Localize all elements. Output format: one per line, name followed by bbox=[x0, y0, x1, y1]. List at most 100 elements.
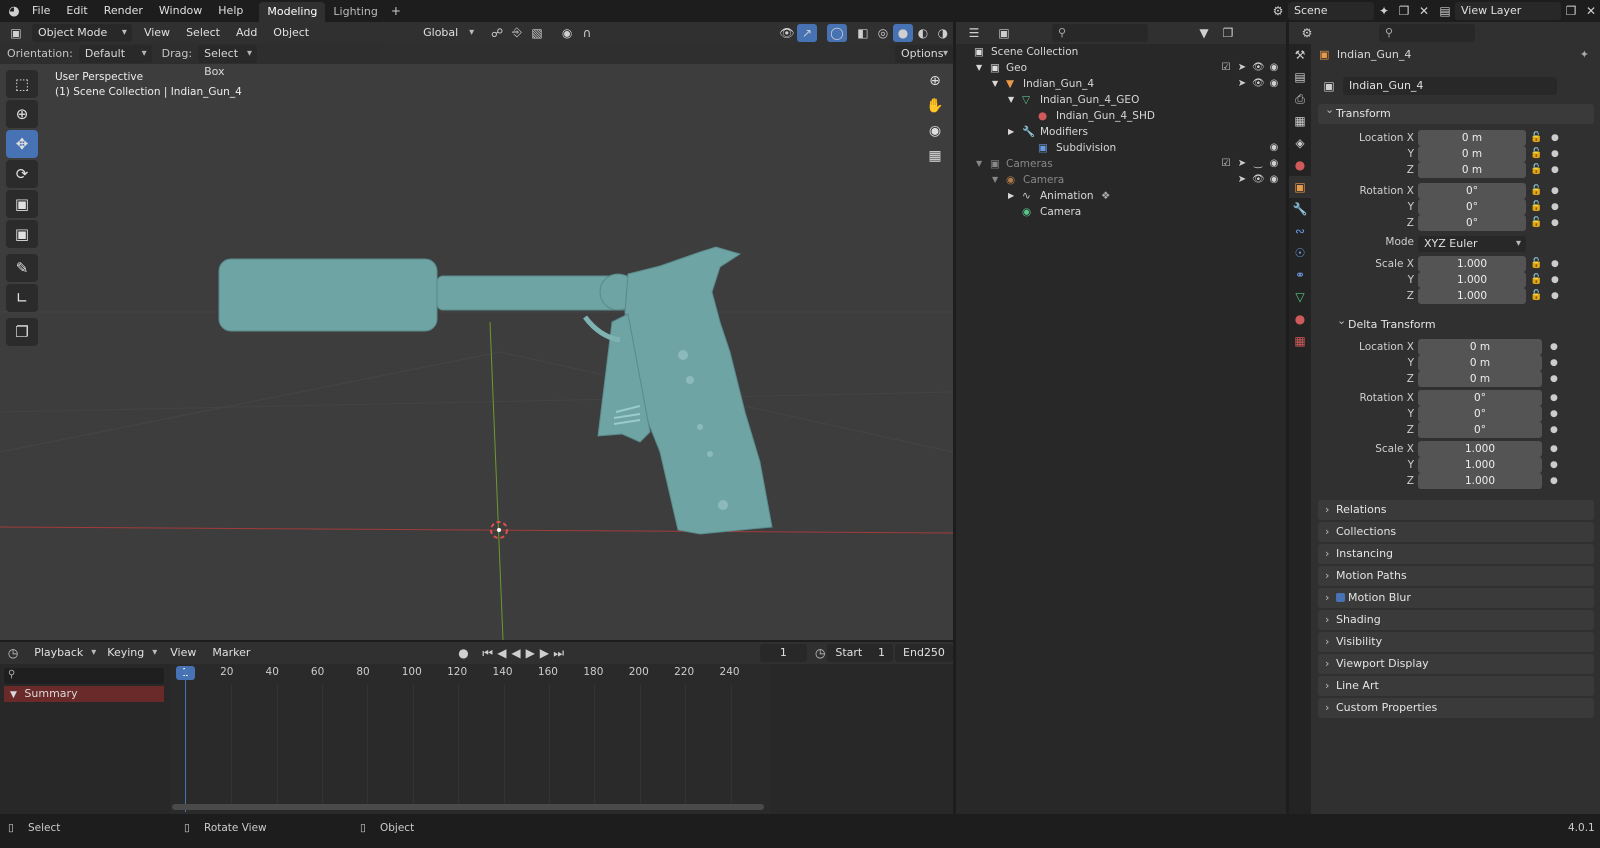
dopesheet-area[interactable] bbox=[170, 664, 770, 814]
keying-menu[interactable]: Keying bbox=[101, 644, 162, 662]
eye-closed-icon[interactable]: ‿ bbox=[1252, 156, 1264, 172]
viewport-menu-object[interactable]: Object bbox=[265, 22, 317, 44]
expand-arrow-icon[interactable]: ▼ bbox=[976, 60, 982, 76]
menu-render[interactable]: Render bbox=[96, 0, 151, 22]
delta-transform-header[interactable]: Delta Transform bbox=[1330, 311, 1568, 335]
checkbox-icon[interactable]: ☑ bbox=[1220, 60, 1232, 76]
jump-start-icon[interactable]: ⏮ bbox=[481, 644, 495, 662]
prev-keyframe-icon[interactable]: ◀ bbox=[495, 644, 509, 662]
custom-properties-panel[interactable]: Custom Properties bbox=[1318, 698, 1594, 718]
shading-solid-icon[interactable]: ● bbox=[892, 23, 913, 42]
material-tab-icon[interactable]: ● bbox=[1289, 308, 1311, 330]
delta-value-field[interactable]: 0 m bbox=[1418, 371, 1542, 387]
timeline-editor[interactable]: ◷ Playback Keying View Marker ● ⏮ ◀ ◀ ▶ … bbox=[0, 642, 953, 814]
current-frame-field[interactable]: 1 bbox=[759, 644, 808, 662]
transform-value-field[interactable]: 0 m bbox=[1418, 130, 1526, 146]
add-cube-tool-icon[interactable]: ❐ bbox=[6, 318, 38, 346]
next-keyframe-icon[interactable]: ▶ bbox=[537, 644, 551, 662]
texture-tab-icon[interactable]: ▦ bbox=[1289, 330, 1311, 352]
outliner-row-gun-geo[interactable]: ▼ ▽ Indian_Gun_4_GEO bbox=[956, 92, 1286, 108]
display-mode-icon[interactable]: ▣ bbox=[994, 24, 1014, 42]
transform-tool-icon[interactable]: ▣ bbox=[6, 220, 38, 248]
menu-edit[interactable]: Edit bbox=[58, 0, 95, 22]
timeline-scrollbar[interactable] bbox=[172, 804, 764, 810]
lock-icon[interactable]: 🔓 bbox=[1530, 272, 1542, 288]
filter-icon[interactable]: ▼ bbox=[1194, 24, 1214, 42]
summary-channel[interactable]: ▼ Summary bbox=[4, 686, 164, 702]
object-tab-icon[interactable]: ▣ bbox=[1289, 176, 1311, 198]
lock-icon[interactable]: 🔓 bbox=[1530, 256, 1542, 272]
scene-icon[interactable]: ⚙ bbox=[1268, 2, 1288, 20]
properties-editor-type-icon[interactable]: ⚙ bbox=[1297, 24, 1317, 42]
scene-tab-icon[interactable]: ◈ bbox=[1289, 132, 1311, 154]
keyframe-dot-icon[interactable]: ● bbox=[1550, 406, 1558, 422]
object-name-field[interactable]: Indian_Gun_4 bbox=[1343, 77, 1557, 95]
keyframe-dot-icon[interactable]: ● bbox=[1550, 473, 1558, 489]
particles-tab-icon[interactable]: ∾ bbox=[1289, 220, 1311, 242]
transform-value-field[interactable]: 0° bbox=[1418, 215, 1526, 231]
viewport-menu-add[interactable]: Add bbox=[228, 22, 265, 44]
keyframe-dot-icon[interactable]: ● bbox=[1551, 146, 1559, 162]
timeline-editor-type-icon[interactable]: ◷ bbox=[6, 644, 20, 662]
keyframe-dot-icon[interactable]: ● bbox=[1550, 339, 1558, 355]
shading-rendered-icon[interactable]: ◑ bbox=[933, 24, 953, 42]
checkbox-icon[interactable]: ☑ bbox=[1220, 156, 1232, 172]
outliner-row-scene-collection[interactable]: ▣ Scene Collection bbox=[956, 44, 1286, 60]
transform-value-field[interactable]: 1.000 bbox=[1418, 272, 1526, 288]
outliner-row-camera-object[interactable]: ▼ ◉ Camera ➤ 👁 ◉ bbox=[956, 172, 1286, 188]
camera-render-icon[interactable]: ◉ bbox=[1268, 76, 1280, 92]
view-layer-icon[interactable]: ▤ bbox=[1435, 2, 1455, 20]
delta-value-field[interactable]: 1.000 bbox=[1418, 457, 1542, 473]
transform-orientation-dropdown[interactable]: Global bbox=[417, 24, 479, 42]
shading-panel[interactable]: Shading bbox=[1318, 610, 1594, 630]
delta-value-field[interactable]: 0 m bbox=[1418, 355, 1542, 371]
start-frame-field[interactable]: Start 1 bbox=[827, 644, 894, 662]
keyframe-dot-icon[interactable]: ● bbox=[1551, 215, 1559, 231]
render-tab-icon[interactable]: ▤ bbox=[1289, 66, 1311, 88]
visibility-icon[interactable]: 👁 bbox=[777, 24, 797, 42]
channel-search-input[interactable]: ⚲ bbox=[4, 668, 164, 684]
keyframe-dot-icon[interactable]: ● bbox=[1550, 371, 1558, 387]
lock-icon[interactable]: 🔓 bbox=[1530, 183, 1542, 199]
output-tab-icon[interactable]: ⎙ bbox=[1289, 88, 1311, 110]
select-arrow-icon[interactable]: ➤ bbox=[1236, 172, 1248, 188]
lock-icon[interactable]: 🔓 bbox=[1530, 162, 1542, 178]
constraints-tab-icon[interactable]: ⚭ bbox=[1289, 264, 1311, 286]
outliner-row-gun-shd[interactable]: ● Indian_Gun_4_SHD bbox=[956, 108, 1286, 124]
camera-render-icon[interactable]: ◉ bbox=[1268, 172, 1280, 188]
keyframe-dot-icon[interactable]: ● bbox=[1551, 272, 1559, 288]
3d-viewport[interactable]: ▣ Object Mode View Select Add Object Glo… bbox=[0, 22, 953, 640]
preview-range-icon[interactable]: ◷ bbox=[813, 644, 827, 662]
frame-ruler[interactable]: 120406080100120140160180200220240 bbox=[170, 666, 770, 804]
viewport-display-panel[interactable]: Viewport Display bbox=[1318, 654, 1594, 674]
relations-panel[interactable]: Relations bbox=[1318, 500, 1594, 520]
tool-tab-icon[interactable]: ⚒ bbox=[1289, 44, 1311, 66]
lock-icon[interactable]: 🔓 bbox=[1530, 288, 1542, 304]
drag-dropdown[interactable]: Select Box bbox=[198, 44, 257, 78]
add-workspace-icon[interactable]: + bbox=[386, 2, 406, 20]
visibility-panel[interactable]: Visibility bbox=[1318, 632, 1594, 652]
delta-value-field[interactable]: 0 m bbox=[1418, 339, 1542, 355]
outliner-row-indian-gun[interactable]: ▼ ▼ Indian_Gun_4 ➤ 👁 ◉ bbox=[956, 76, 1286, 92]
delta-value-field[interactable]: 1.000 bbox=[1418, 473, 1542, 489]
keyframe-dot-icon[interactable]: ● bbox=[1550, 457, 1558, 473]
proportional-edit-icon[interactable]: ◉ bbox=[557, 24, 577, 42]
motion-blur-panel[interactable]: Motion Blur bbox=[1318, 588, 1594, 608]
play-icon[interactable]: ▶ bbox=[523, 644, 537, 662]
expand-arrow-icon[interactable]: ▼ bbox=[1008, 92, 1014, 108]
lock-icon[interactable]: 🔓 bbox=[1530, 146, 1542, 162]
editor-type-icon[interactable]: ▣ bbox=[6, 24, 26, 42]
keyframe-dot-icon[interactable]: ● bbox=[1551, 162, 1559, 178]
eye-icon[interactable]: 👁 bbox=[1252, 60, 1265, 76]
menu-window[interactable]: Window bbox=[151, 0, 210, 22]
playhead-line[interactable] bbox=[185, 666, 186, 812]
ortho-grid-icon[interactable]: ▦ bbox=[923, 145, 947, 167]
viewport-menu-select[interactable]: Select bbox=[178, 22, 228, 44]
zoom-icon[interactable]: ⊕ bbox=[923, 70, 947, 92]
snap-icon[interactable]: ⎆ bbox=[507, 24, 527, 42]
timeline-view-menu[interactable]: View bbox=[162, 642, 204, 664]
view-layer-tab-icon[interactable]: ▦ bbox=[1289, 110, 1311, 132]
pin-icon[interactable]: ✦ bbox=[1580, 48, 1589, 61]
rotate-tool-icon[interactable]: ⟳ bbox=[6, 160, 38, 188]
playback-menu[interactable]: Playback bbox=[28, 644, 101, 662]
